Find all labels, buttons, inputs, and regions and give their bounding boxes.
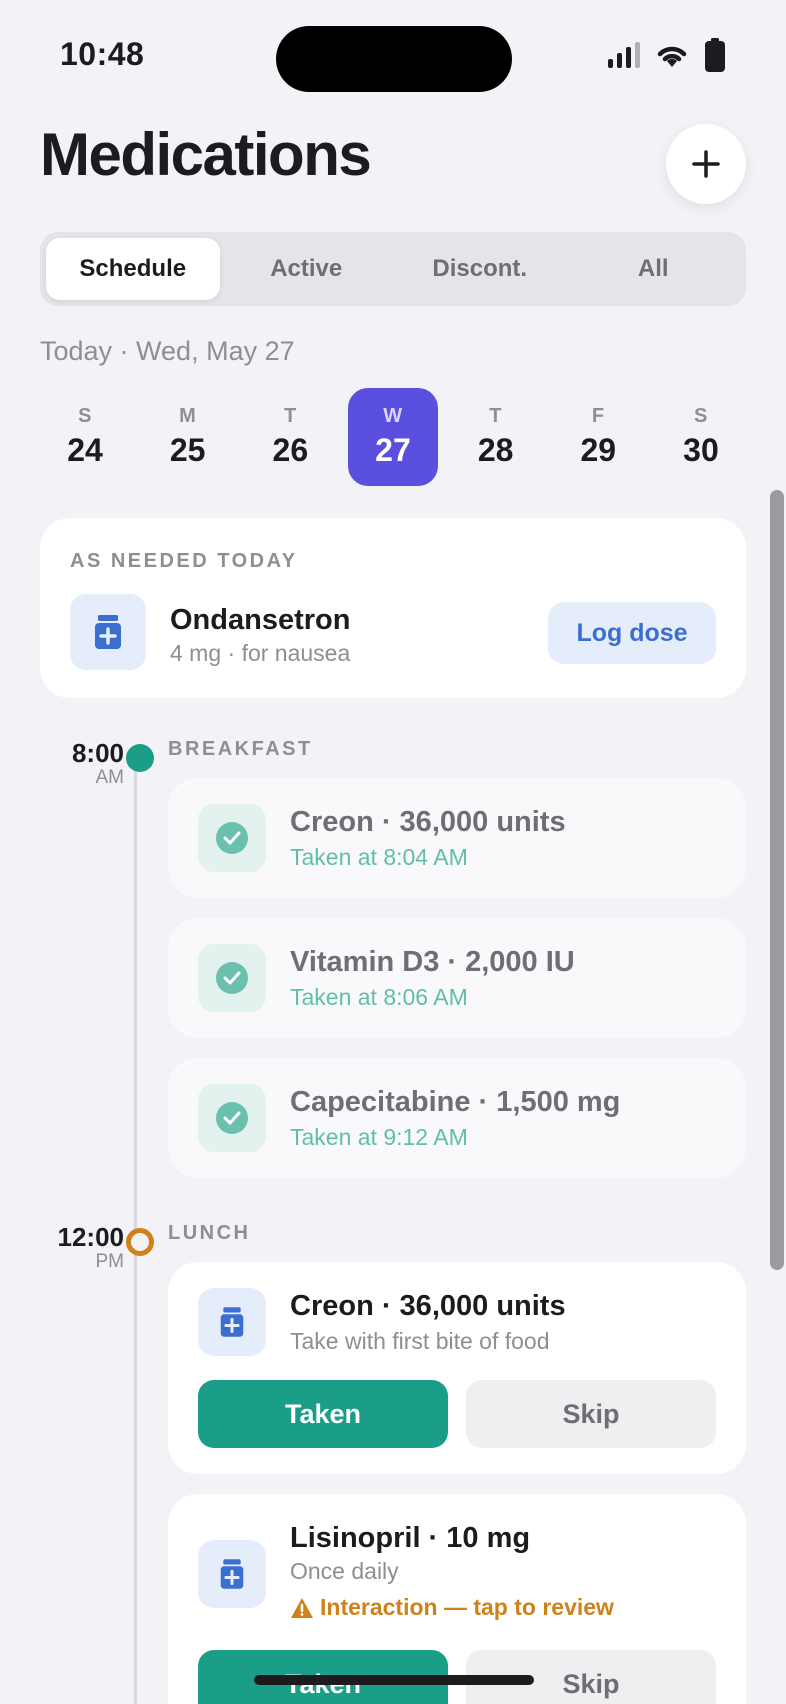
- status-icons: [608, 38, 726, 72]
- interaction-warning-text: Interaction — tap to review: [320, 1594, 614, 1620]
- dynamic-island: [276, 26, 512, 92]
- plus-icon: [692, 150, 720, 178]
- dose-card-capecitabine-taken[interactable]: Capecitabine · 1,500 mg Taken at 9:12 AM: [168, 1058, 746, 1178]
- day-letter: S: [78, 405, 92, 427]
- add-medication-button[interactable]: [666, 124, 746, 204]
- interaction-warning-link[interactable]: Interaction — tap to review: [290, 1594, 614, 1621]
- tab-active[interactable]: Active: [220, 238, 394, 300]
- check-icon: [198, 804, 266, 872]
- as-needed-caption: AS NEEDED TODAY: [70, 550, 298, 572]
- day-number: 29: [580, 432, 617, 468]
- day-tue[interactable]: T 26: [245, 388, 335, 486]
- battery-icon: [705, 38, 725, 72]
- dose-instruction: Once daily: [290, 1558, 399, 1584]
- phone-screen: 10:48 Medications Schedule Active Discon…: [0, 0, 786, 1704]
- as-needed-med-detail: 4 mg · for nausea: [170, 640, 351, 666]
- dose-card-vitamin-d3-taken[interactable]: Vitamin D3 · 2,000 IU Taken at 8:06 AM: [168, 918, 746, 1038]
- day-number: 25: [169, 432, 206, 468]
- pill-bottle-icon: [70, 594, 146, 670]
- dose-status: Taken at 8:04 AM: [290, 844, 468, 870]
- day-mon[interactable]: M 25: [143, 388, 233, 486]
- week-strip: S 24 M 25 T 26 W 27 T 28 F 29 S 30: [40, 388, 746, 486]
- day-number: 30: [683, 432, 719, 468]
- day-sat[interactable]: S 30: [656, 388, 746, 486]
- tab-schedule[interactable]: Schedule: [46, 238, 220, 300]
- tab-discontinued[interactable]: Discont.: [393, 238, 567, 300]
- day-fri[interactable]: F 29: [553, 388, 643, 486]
- day-letter: M: [179, 405, 197, 427]
- filter-tabs: Schedule Active Discont. All: [40, 232, 746, 306]
- check-icon: [198, 1084, 266, 1152]
- day-letter: F: [591, 405, 605, 427]
- status-time: 10:48: [60, 36, 145, 72]
- check-icon: [198, 944, 266, 1012]
- home-indicator[interactable]: [254, 1675, 534, 1685]
- wifi-icon: [657, 46, 687, 67]
- breakfast-time-value: 8:00: [71, 738, 124, 768]
- breakfast-time: 8:00 AM: [40, 738, 124, 789]
- day-number: 28: [477, 432, 514, 468]
- today-date-label: Today · Wed, May 27: [40, 336, 295, 366]
- day-number: 27: [375, 432, 411, 468]
- day-letter: W: [383, 405, 403, 427]
- lunch-pending-dot: [126, 1228, 154, 1256]
- day-thu[interactable]: T 28: [451, 388, 541, 486]
- lunch-time: 12:00 PM: [40, 1222, 125, 1273]
- dose-status: Taken at 9:12 AM: [290, 1124, 468, 1150]
- lunch-time-value: 12:00: [57, 1222, 125, 1252]
- dose-card-lisinopril-pending: Lisinopril · 10 mg Once daily Interactio…: [168, 1494, 746, 1704]
- dose-name: Creon · 36,000 units: [290, 1290, 566, 1322]
- page-title: Medications: [40, 121, 372, 188]
- skip-button[interactable]: Skip: [466, 1380, 716, 1448]
- dose-card-creon-pending: Creon · 36,000 units Take with first bit…: [168, 1262, 746, 1474]
- breakfast-caption: BREAKFAST: [168, 738, 313, 760]
- day-number: 26: [272, 432, 309, 468]
- pill-bottle-icon: [198, 1288, 266, 1356]
- day-letter: T: [489, 405, 502, 427]
- breakfast-complete-dot: [126, 744, 154, 772]
- lunch-ampm: PM: [95, 1251, 125, 1272]
- taken-button[interactable]: Taken: [198, 1380, 448, 1448]
- warning-icon: [291, 1597, 313, 1618]
- tab-all[interactable]: All: [567, 238, 741, 300]
- lunch-caption: LUNCH: [168, 1222, 251, 1244]
- day-wed-selected[interactable]: W 27: [347, 388, 438, 486]
- cellular-signal-icon: [608, 42, 640, 68]
- scrollbar[interactable]: [770, 490, 784, 1270]
- log-dose-button[interactable]: Log dose: [548, 602, 716, 664]
- breakfast-ampm: AM: [95, 767, 125, 788]
- dose-status: Taken at 8:06 AM: [290, 984, 468, 1010]
- dose-card-creon-taken[interactable]: Creon · 36,000 units Taken at 8:04 AM: [168, 778, 746, 898]
- dose-name: Lisinopril · 10 mg: [290, 1522, 531, 1554]
- as-needed-card: AS NEEDED TODAY Ondansetron 4 mg · for n…: [40, 518, 746, 698]
- dose-name: Creon · 36,000 units: [290, 806, 566, 838]
- day-letter: T: [283, 405, 297, 427]
- day-number: 24: [67, 432, 103, 468]
- pill-bottle-icon: [198, 1540, 266, 1608]
- dose-instruction: Take with first bite of food: [290, 1328, 550, 1354]
- dose-name: Capecitabine · 1,500 mg: [290, 1086, 621, 1118]
- as-needed-med-name: Ondansetron: [170, 604, 351, 636]
- dose-name: Vitamin D3 · 2,000 IU: [290, 946, 575, 978]
- day-sun[interactable]: S 24: [40, 388, 130, 486]
- day-letter: S: [694, 405, 708, 427]
